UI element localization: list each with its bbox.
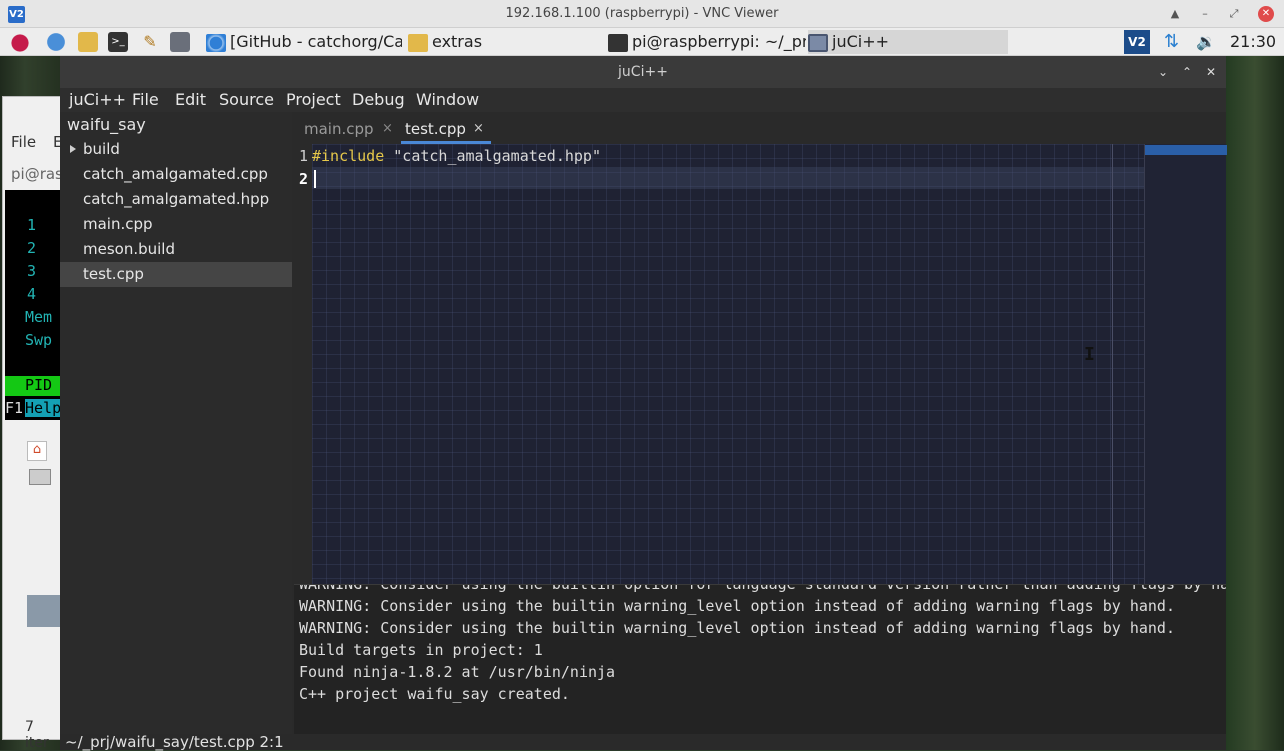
tree-item-selected[interactable]: test.cpp <box>60 262 292 287</box>
close-icon[interactable]: ✕ <box>1202 63 1220 81</box>
drive-icon[interactable] <box>29 469 51 485</box>
tab-close-icon[interactable]: × <box>382 116 393 142</box>
taskbar: >_ ✎ [GitHub - catchorg/Cat... extras pi… <box>0 28 1284 56</box>
tree-item[interactable]: catch_amalgamated.hpp <box>60 187 292 212</box>
terminal-line: WARNING: Consider using the builtin opti… <box>299 584 1226 593</box>
text-editor-icon[interactable]: ✎ <box>140 32 160 52</box>
task-terminal[interactable]: pi@raspberrypi: ~/_prj... <box>608 30 806 54</box>
line-number-current: 2 <box>298 170 308 188</box>
ibeam-cursor-icon: I <box>1084 344 1095 365</box>
htop-line: 1 <box>27 216 37 234</box>
htop-line: 3 <box>27 262 37 280</box>
bg-scroll-block <box>27 595 61 627</box>
volume-tray-icon[interactable]: 🔉 <box>1196 30 1216 54</box>
desktop-wallpaper-right <box>1226 56 1284 750</box>
terminal-output[interactable]: WARNING: Consider using the builtin opti… <box>294 584 1226 734</box>
menu-file[interactable]: File <box>132 90 159 109</box>
task-label: [GitHub - catchorg/Cat... <box>230 32 402 51</box>
file-manager-icon[interactable] <box>78 32 98 52</box>
folder-icon <box>408 33 428 52</box>
tree-item[interactable]: catch_amalgamated.cpp <box>60 162 292 187</box>
terminal-line: Found ninja-1.8.2 at /usr/bin/ninja <box>299 663 616 681</box>
task-juci[interactable]: juCi++ <box>808 30 1008 54</box>
terminal-line: Build targets in project: 1 <box>299 641 543 659</box>
chevron-up-icon[interactable]: ⌃ <box>1178 63 1196 81</box>
system-tool-icon[interactable] <box>170 32 190 52</box>
menu-juci[interactable]: juCi++ <box>69 90 126 109</box>
network-tray-icon[interactable]: ⇅ <box>1164 30 1179 54</box>
vnc-maximize-icon[interactable]: ⤢ <box>1225 5 1243 23</box>
right-margin-line <box>1112 144 1113 584</box>
htop-f1: F1 <box>5 399 24 417</box>
htop-line: 2 <box>27 239 37 257</box>
code-minimap[interactable] <box>1144 144 1227 584</box>
juci-title-bar: juCi++ ⌄ ⌃ ✕ <box>60 56 1226 88</box>
tab-close-icon[interactable]: × <box>473 116 484 142</box>
code-editor[interactable]: #include "catch_amalgamated.hpp" I <box>312 144 1144 584</box>
htop-header: PID <box>5 376 62 396</box>
bg-items-count: 7 iter <box>25 719 49 751</box>
menu-debug[interactable]: Debug <box>352 90 405 109</box>
menu-edit[interactable]: Edit <box>175 90 206 109</box>
current-line-highlight <box>312 167 1144 189</box>
htop-line: Mem <box>25 308 53 326</box>
menu-window[interactable]: Window <box>416 90 479 109</box>
tree-item-label: build <box>83 140 120 158</box>
task-label: extras <box>432 32 483 51</box>
task-label: juCi++ <box>832 32 890 51</box>
tree-item[interactable]: main.cpp <box>60 212 292 237</box>
terminal-line: C++ project waifu_say created. <box>299 685 570 703</box>
menu-source[interactable]: Source <box>219 90 274 109</box>
chromium-icon <box>206 33 226 52</box>
juci-window-title: juCi++ <box>618 64 668 80</box>
htop-help[interactable]: Help <box>25 399 62 417</box>
vnc-title-bar: V2 192.168.1.100 (raspberrypi) - VNC Vie… <box>0 0 1284 28</box>
raspberry-menu-icon[interactable] <box>10 32 30 52</box>
vnc-server-tray-icon[interactable]: V2 <box>1124 30 1150 54</box>
htop-line: 4 <box>27 285 37 303</box>
task-chromium[interactable]: [GitHub - catchorg/Cat... <box>206 30 402 54</box>
file-tree: waifu_say build catch_amalgamated.cpp ca… <box>60 112 292 734</box>
expander-arrow-icon[interactable] <box>70 145 76 153</box>
clock: 21:30 <box>1230 32 1277 51</box>
window-icon <box>808 33 828 52</box>
chevron-down-icon[interactable]: ⌄ <box>1154 63 1172 81</box>
web-browser-icon[interactable] <box>46 32 66 52</box>
terminal-icon <box>608 33 628 52</box>
line-number: 1 <box>298 147 308 165</box>
home-icon[interactable]: ⌂ <box>27 441 47 461</box>
terminal-line: WARNING: Consider using the builtin warn… <box>299 597 1175 615</box>
bg-terminal-prompt: pi@ras <box>11 165 63 183</box>
juci-window: juCi++ ⌄ ⌃ ✕ juCi++ File Edit Source Pro… <box>60 56 1227 750</box>
tree-root-folder[interactable]: waifu_say <box>60 112 146 137</box>
minimap-viewport[interactable] <box>1145 145 1227 155</box>
htop-line: Swp <box>25 331 53 349</box>
preprocessor-directive: #include <box>312 147 385 165</box>
vnc-window-title: 192.168.1.100 (raspberrypi) - VNC Viewer <box>505 6 779 21</box>
tree-item-build[interactable]: build <box>60 137 292 162</box>
editor-tabs: main.cpp × test.cpp × <box>294 116 1226 144</box>
vnc-minimize-icon[interactable]: – <box>1196 5 1214 23</box>
status-bar: ~/_prj/waifu_say/test.cpp 2:1 <box>60 734 1226 750</box>
menu-project[interactable]: Project <box>286 90 341 109</box>
bg-menu-file[interactable]: File <box>11 133 36 151</box>
terminal-launcher-icon[interactable]: >_ <box>108 32 128 52</box>
text-caret <box>314 170 316 188</box>
line-number-gutter: 1 2 <box>294 144 312 584</box>
include-string: "catch_amalgamated.hpp" <box>393 147 601 165</box>
tab-main-cpp[interactable]: main.cpp <box>304 116 374 144</box>
code-line-1: #include "catch_amalgamated.hpp" <box>312 147 601 165</box>
task-label: pi@raspberrypi: ~/_prj... <box>632 32 806 51</box>
tree-item[interactable]: meson.build <box>60 237 292 262</box>
background-htop-terminal: 1 2 3 4 Mem Swp PID F1 Help <box>5 190 62 420</box>
menu-bar: juCi++ File Edit Source Project Debug Wi… <box>60 88 1226 112</box>
task-extras[interactable]: extras <box>408 30 598 54</box>
terminal-line: WARNING: Consider using the builtin warn… <box>299 619 1175 637</box>
tab-label: test.cpp <box>405 120 466 138</box>
vnc-close-icon[interactable]: ✕ <box>1258 6 1274 22</box>
vnc-toolbar-toggle-icon[interactable]: ▲ <box>1166 5 1184 23</box>
